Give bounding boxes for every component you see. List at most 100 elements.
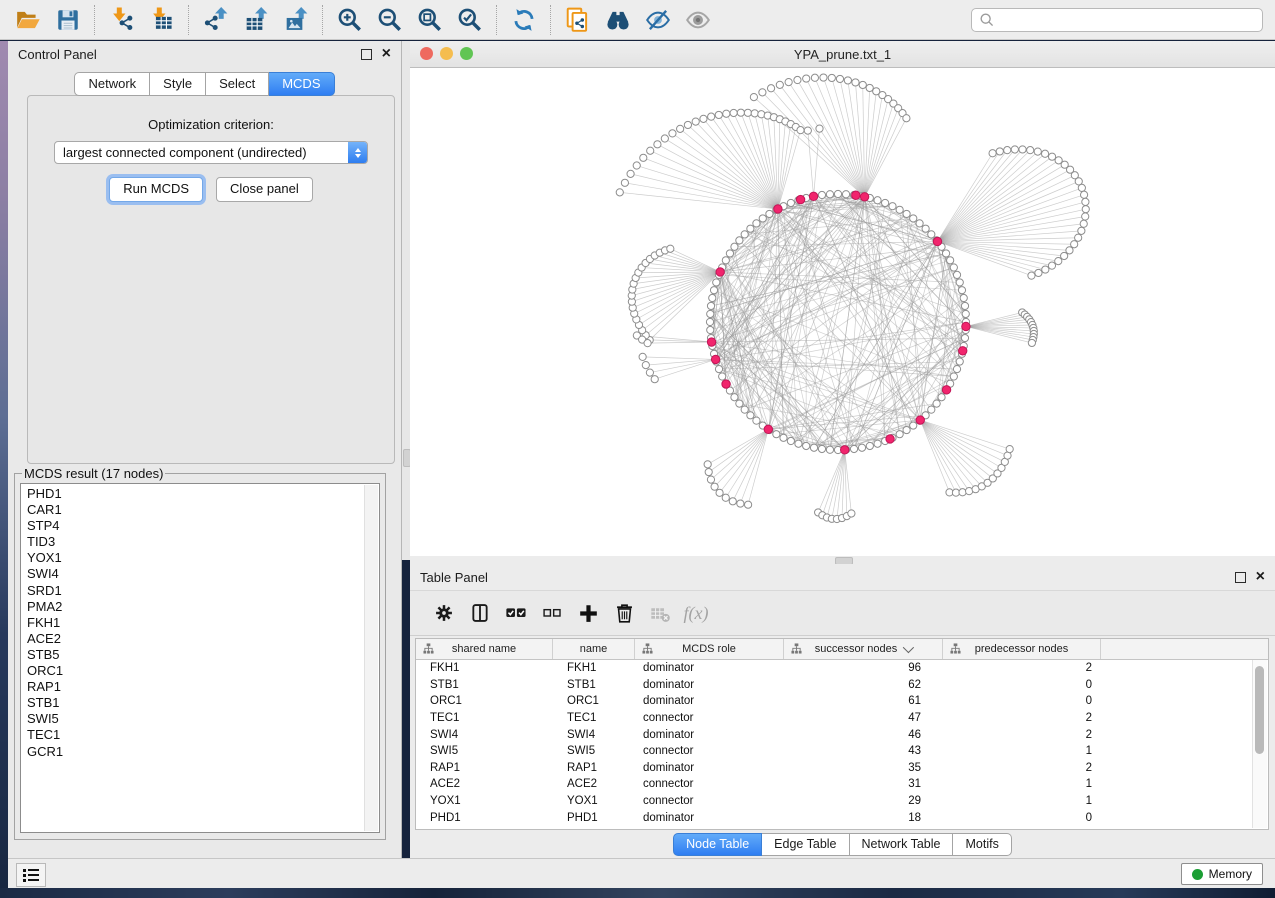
- tab-style[interactable]: Style: [150, 72, 206, 96]
- mcds-result-item[interactable]: STB5: [27, 647, 379, 663]
- hide-graphics-button[interactable]: [638, 3, 678, 37]
- mcds-result-item[interactable]: RAP1: [27, 679, 379, 695]
- mcds-result-item[interactable]: SWI4: [27, 566, 379, 582]
- select-all-button[interactable]: [498, 595, 534, 631]
- mcds-result-item[interactable]: TID3: [27, 534, 379, 550]
- column-header-shared-name[interactable]: shared name: [416, 639, 553, 659]
- refresh-button[interactable]: [504, 3, 544, 37]
- open-file-button[interactable]: [8, 3, 48, 37]
- run-mcds-button[interactable]: Run MCDS: [109, 177, 203, 202]
- horizontal-splitter[interactable]: [410, 556, 1275, 564]
- table-row[interactable]: PHD1PHD1dominator180: [416, 809, 1268, 826]
- network-canvas[interactable]: [410, 68, 1275, 556]
- import-network-button[interactable]: [102, 3, 142, 37]
- column-header-name[interactable]: name: [553, 639, 635, 659]
- table-settings-button[interactable]: [426, 595, 462, 631]
- tab-network[interactable]: Network: [74, 72, 150, 96]
- float-panel-icon[interactable]: [361, 49, 372, 60]
- search-box[interactable]: [971, 8, 1263, 32]
- mcds-result-list[interactable]: PHD1CAR1STP4TID3YOX1SWI4SRD1PMA2FKH1ACE2…: [20, 483, 380, 833]
- delete-column-button[interactable]: [606, 595, 642, 631]
- table-scrollbar[interactable]: [1252, 660, 1267, 828]
- mcds-result-item[interactable]: YOX1: [27, 550, 379, 566]
- control-panel-tabs: NetworkStyleSelectMCDS: [8, 72, 401, 96]
- mcds-result-item[interactable]: CAR1: [27, 502, 379, 518]
- search-input[interactable]: [996, 10, 1262, 30]
- table-cell: 35: [784, 762, 943, 774]
- mcds-result-item[interactable]: ACE2: [27, 631, 379, 647]
- export-image-button[interactable]: [276, 3, 316, 37]
- table-row[interactable]: SWI4SWI4dominator462: [416, 726, 1268, 743]
- tab-network-table[interactable]: Network Table: [850, 833, 954, 856]
- open-folder-icon: [15, 7, 41, 33]
- table-cell: connector: [635, 745, 784, 757]
- tab-edge-table[interactable]: Edge Table: [762, 833, 849, 856]
- save-session-button[interactable]: [48, 3, 88, 37]
- network-window-titlebar[interactable]: YPA_prune.txt_1: [410, 41, 1275, 68]
- network-graph[interactable]: [410, 68, 1275, 556]
- vertical-splitter[interactable]: [402, 41, 410, 560]
- toolbar-separator: [94, 5, 96, 35]
- table-row[interactable]: ACE2ACE2connector311: [416, 776, 1268, 793]
- dropdown-stepper-icon: [348, 142, 367, 163]
- close-panel-button[interactable]: Close panel: [216, 177, 313, 202]
- mcds-result-item[interactable]: GCR1: [27, 744, 379, 760]
- deselect-all-button[interactable]: [534, 595, 570, 631]
- close-panel-icon[interactable]: ×: [382, 49, 391, 59]
- zoom-fit-button[interactable]: [410, 3, 450, 37]
- table-cell: STB1: [553, 679, 635, 691]
- mcds-result-item[interactable]: PHD1: [27, 486, 379, 502]
- table-row[interactable]: FKH1FKH1dominator962: [416, 660, 1268, 677]
- tab-motifs[interactable]: Motifs: [953, 833, 1011, 856]
- mcds-result-item[interactable]: STB1: [27, 695, 379, 711]
- criterion-dropdown[interactable]: largest connected component (undirected): [54, 141, 368, 164]
- zoom-selected-icon: [457, 7, 483, 33]
- tab-mcds[interactable]: MCDS: [269, 72, 334, 96]
- zoom-in-button[interactable]: [330, 3, 370, 37]
- mcds-result-item[interactable]: SRD1: [27, 583, 379, 599]
- task-history-button[interactable]: [16, 863, 46, 887]
- mcds-result-item[interactable]: ORC1: [27, 663, 379, 679]
- mcds-result-item[interactable]: SWI5: [27, 711, 379, 727]
- table-cell: dominator: [635, 729, 784, 741]
- search-icon: [978, 11, 996, 29]
- search-network-button[interactable]: [598, 3, 638, 37]
- table-row[interactable]: RAP1RAP1dominator352: [416, 760, 1268, 777]
- zoom-out-button[interactable]: [370, 3, 410, 37]
- table-row[interactable]: TEC1TEC1connector472: [416, 710, 1268, 727]
- mcds-result-item[interactable]: PMA2: [27, 599, 379, 615]
- tab-node-table[interactable]: Node Table: [673, 833, 762, 856]
- float-table-panel-icon[interactable]: [1235, 572, 1246, 583]
- show-graphics-button[interactable]: [678, 3, 718, 37]
- mcds-result-item[interactable]: TEC1: [27, 727, 379, 743]
- add-column-button[interactable]: [570, 595, 606, 631]
- scrollbar-thumb[interactable]: [1255, 666, 1264, 754]
- table-row[interactable]: STB1STB1dominator620: [416, 677, 1268, 694]
- copy-network-button[interactable]: [558, 3, 598, 37]
- import-table-button[interactable]: [142, 3, 182, 37]
- minimize-window-icon[interactable]: [440, 47, 453, 60]
- mcds-list-scrollbar[interactable]: [364, 485, 378, 831]
- show-columns-button[interactable]: [462, 595, 498, 631]
- zoom-selected-button[interactable]: [450, 3, 490, 37]
- column-header-MCDS-role[interactable]: MCDS role: [635, 639, 784, 659]
- table-row[interactable]: YOX1YOX1connector291: [416, 793, 1268, 810]
- tab-select[interactable]: Select: [206, 72, 269, 96]
- table-cell: 47: [784, 712, 943, 724]
- column-header-predecessor-nodes[interactable]: predecessor nodes: [943, 639, 1101, 659]
- export-table-button[interactable]: [236, 3, 276, 37]
- table-row[interactable]: SWI5SWI5connector431: [416, 743, 1268, 760]
- mcds-result-item[interactable]: FKH1: [27, 615, 379, 631]
- close-table-panel-icon[interactable]: ×: [1256, 572, 1265, 582]
- export-network-button[interactable]: [196, 3, 236, 37]
- mcds-result-item[interactable]: STP4: [27, 518, 379, 534]
- maximize-window-icon[interactable]: [460, 47, 473, 60]
- table-cell: 1: [943, 778, 1101, 790]
- column-header-successor-nodes[interactable]: successor nodes: [784, 639, 943, 659]
- table-cell: 1: [943, 745, 1101, 757]
- toolbar-buttons: [8, 3, 718, 37]
- table-row[interactable]: ORC1ORC1dominator610: [416, 693, 1268, 710]
- table-cell: 46: [784, 729, 943, 741]
- memory-button[interactable]: Memory: [1181, 863, 1263, 885]
- close-window-icon[interactable]: [420, 47, 433, 60]
